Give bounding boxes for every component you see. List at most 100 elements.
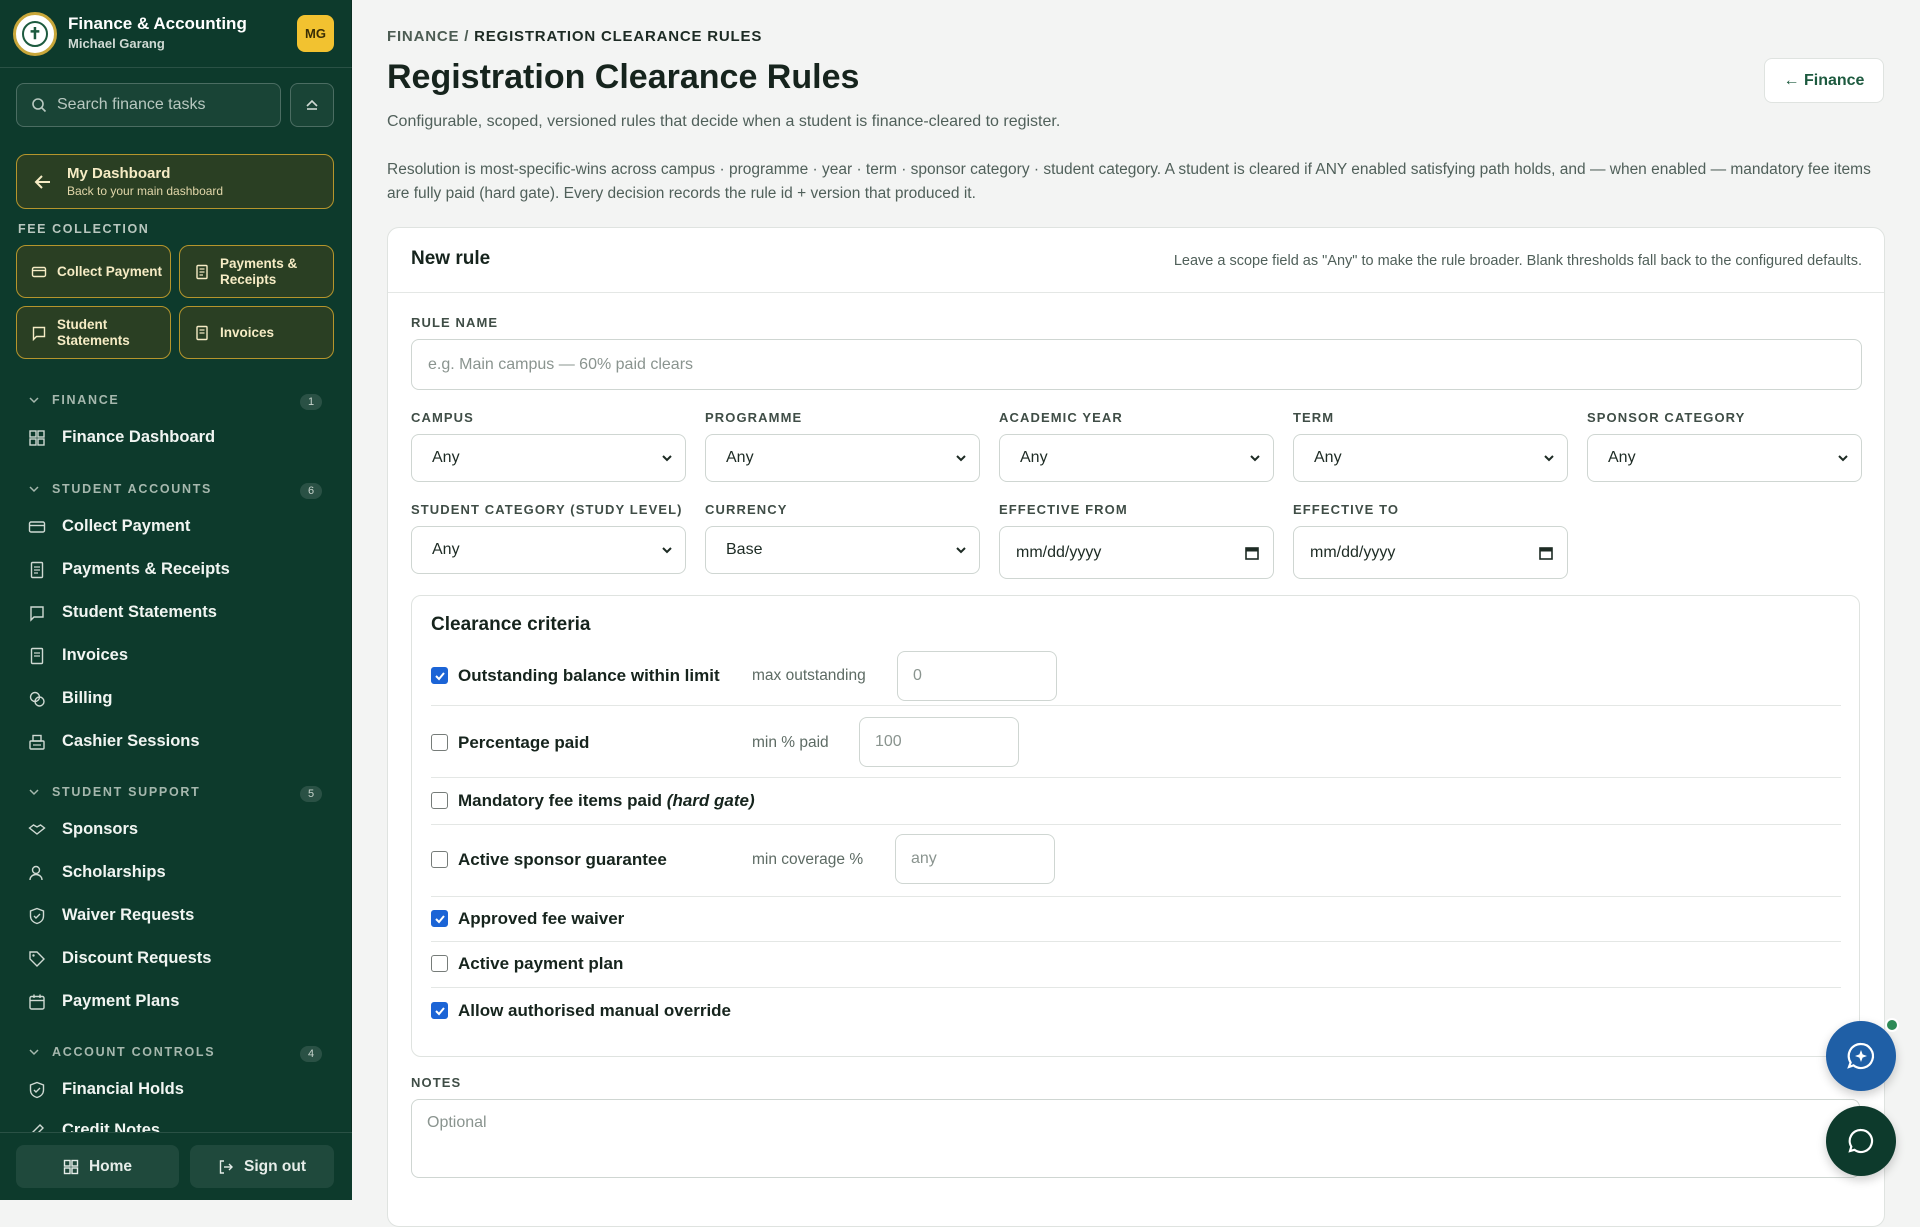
- nav-scholarships[interactable]: Scholarships: [28, 863, 166, 882]
- min-percent-paid-input[interactable]: 100: [859, 717, 1019, 767]
- back-to-finance-button[interactable]: ← Finance: [1764, 58, 1884, 103]
- academic-year-select[interactable]: Any: [999, 434, 1274, 482]
- chat-button[interactable]: [1826, 1106, 1896, 1176]
- sponsor-guarantee-checkbox[interactable]: [431, 851, 448, 868]
- nav-label: Cashier Sessions: [62, 732, 200, 750]
- avatar[interactable]: MG: [297, 15, 334, 52]
- criterion-label: Mandatory fee items paid (hard gate): [458, 791, 755, 811]
- nav-label: Student Statements: [62, 603, 217, 621]
- statement-icon: [30, 605, 44, 622]
- page-description: Resolution is most-specific-wins across …: [387, 161, 1871, 202]
- nav-invoices[interactable]: Invoices: [28, 646, 128, 665]
- nav-waiver-requests[interactable]: Waiver Requests: [28, 906, 194, 925]
- card-title: New rule: [411, 248, 491, 269]
- breadcrumb: FINANCE / REGISTRATION CLEARANCE RULES: [387, 28, 762, 45]
- search-icon: [32, 98, 47, 113]
- sidebar-header: ✝ Finance & Accounting Michael Garang MG: [0, 0, 352, 68]
- chevron-down-icon: [1250, 455, 1260, 462]
- nav-discount-requests[interactable]: Discount Requests: [28, 949, 211, 968]
- quick-label: Invoices: [220, 324, 275, 340]
- breadcrumb-current: REGISTRATION CLEARANCE RULES: [474, 28, 763, 45]
- nav-payment-plans[interactable]: Payment Plans: [28, 992, 179, 1011]
- section-student-accounts[interactable]: STUDENT ACCOUNTS: [28, 482, 212, 496]
- home-button[interactable]: Home: [16, 1145, 179, 1188]
- select-value: Base: [726, 541, 763, 558]
- nav-collect-payment[interactable]: Collect Payment: [28, 517, 190, 536]
- select-value: Any: [432, 541, 460, 558]
- grid-icon: [63, 1159, 79, 1174]
- min-percent-paid-label: min % paid: [752, 734, 829, 751]
- manual-override-checkbox[interactable]: [431, 1002, 448, 1019]
- date-placeholder: mm/dd/yyyy: [1310, 543, 1396, 561]
- programme-select[interactable]: Any: [705, 434, 980, 482]
- sponsor-category-select[interactable]: Any: [1587, 434, 1862, 482]
- card-header: New rule Leave a scope field as "Any" to…: [388, 228, 1884, 293]
- percentage-paid-checkbox[interactable]: [431, 734, 448, 751]
- min-coverage-input[interactable]: any: [895, 834, 1055, 884]
- check-icon: [434, 1006, 445, 1015]
- select-value: Any: [1608, 449, 1636, 466]
- statement-icon: [32, 326, 46, 341]
- sign-out-button[interactable]: Sign out: [190, 1145, 334, 1188]
- coins-icon: [29, 691, 45, 707]
- payment-plan-checkbox[interactable]: [431, 955, 448, 972]
- rule-name-input[interactable]: e.g. Main campus — 60% paid clears: [411, 339, 1862, 390]
- notes-textarea[interactable]: Optional: [411, 1099, 1860, 1178]
- breadcrumb-root[interactable]: FINANCE: [387, 28, 459, 45]
- quick-student-statements[interactable]: Student Statements: [16, 306, 171, 359]
- nav-payments-receipts[interactable]: Payments & Receipts: [28, 560, 230, 579]
- register-icon: [29, 734, 45, 750]
- collapse-button[interactable]: [290, 83, 334, 127]
- chevron-down-icon: [29, 1049, 39, 1056]
- effective-from-input[interactable]: mm/dd/yyyy: [999, 526, 1274, 579]
- select-value: Any: [1314, 449, 1342, 466]
- max-outstanding-label: max outstanding: [752, 667, 866, 684]
- grid-icon: [29, 429, 45, 446]
- campus-select[interactable]: Any: [411, 434, 686, 482]
- student-category-select[interactable]: Any: [411, 526, 686, 574]
- nav-label: Payment Plans: [62, 992, 180, 1010]
- term-select[interactable]: Any: [1293, 434, 1568, 482]
- nav-finance-dashboard[interactable]: Finance Dashboard: [28, 428, 215, 447]
- quick-label: Collect Payment: [57, 263, 163, 279]
- nav-label: Scholarships: [62, 863, 166, 881]
- outstanding-balance-checkbox[interactable]: [431, 667, 448, 684]
- section-count: 1: [300, 394, 322, 410]
- section-student-support[interactable]: STUDENT SUPPORT: [28, 785, 200, 799]
- nav-label: Billing: [62, 689, 113, 707]
- calendar-icon: [1539, 546, 1553, 560]
- receipt-icon: [30, 561, 44, 578]
- nav-financial-holds[interactable]: Financial Holds: [28, 1080, 184, 1099]
- section-finance[interactable]: FINANCE: [28, 393, 119, 407]
- mandatory-fee-items-checkbox[interactable]: [431, 792, 448, 809]
- chevron-down-icon: [956, 455, 966, 462]
- criterion-manual-override: Allow authorised manual override: [431, 988, 1841, 1034]
- effective-to-input[interactable]: mm/dd/yyyy: [1293, 526, 1568, 579]
- nav-sponsors[interactable]: Sponsors: [28, 820, 138, 839]
- select-value: Any: [432, 449, 460, 466]
- fee-waiver-checkbox[interactable]: [431, 910, 448, 927]
- section-account-controls[interactable]: ACCOUNT CONTROLS: [28, 1045, 215, 1059]
- my-dashboard-button[interactable]: My Dashboard Back to your main dashboard: [16, 154, 334, 209]
- sidebar-nav: FINANCE 1 Finance Dashboard STUDENT ACCO…: [0, 380, 352, 1132]
- nav-label: Financial Holds: [62, 1080, 184, 1098]
- app-name: Finance & Accounting: [68, 14, 247, 33]
- criterion-label-suffix: (hard gate): [666, 791, 755, 810]
- quick-invoices[interactable]: Invoices: [179, 306, 334, 359]
- nav-cashier-sessions[interactable]: Cashier Sessions: [28, 732, 200, 751]
- max-outstanding-input[interactable]: 0: [897, 651, 1057, 701]
- nav-credit-notes[interactable]: Credit Notes: [28, 1121, 160, 1132]
- currency-select[interactable]: Base: [705, 526, 980, 574]
- date-placeholder: mm/dd/yyyy: [1016, 543, 1102, 561]
- ai-assistant-button[interactable]: [1826, 1021, 1896, 1091]
- nav-billing[interactable]: Billing: [28, 689, 112, 708]
- quick-collect-payment[interactable]: Collect Payment: [16, 245, 171, 298]
- shield-check-icon: [29, 1081, 45, 1098]
- term-label: TERM: [1293, 410, 1335, 425]
- section-count: 4: [300, 1046, 322, 1062]
- search-input[interactable]: Search finance tasks: [16, 83, 281, 127]
- quick-payments-receipts[interactable]: Payments & Receipts: [179, 245, 334, 298]
- sidebar: ✝ Finance & Accounting Michael Garang MG…: [0, 0, 352, 1200]
- chevron-down-icon: [29, 789, 39, 796]
- nav-student-statements[interactable]: Student Statements: [28, 603, 217, 622]
